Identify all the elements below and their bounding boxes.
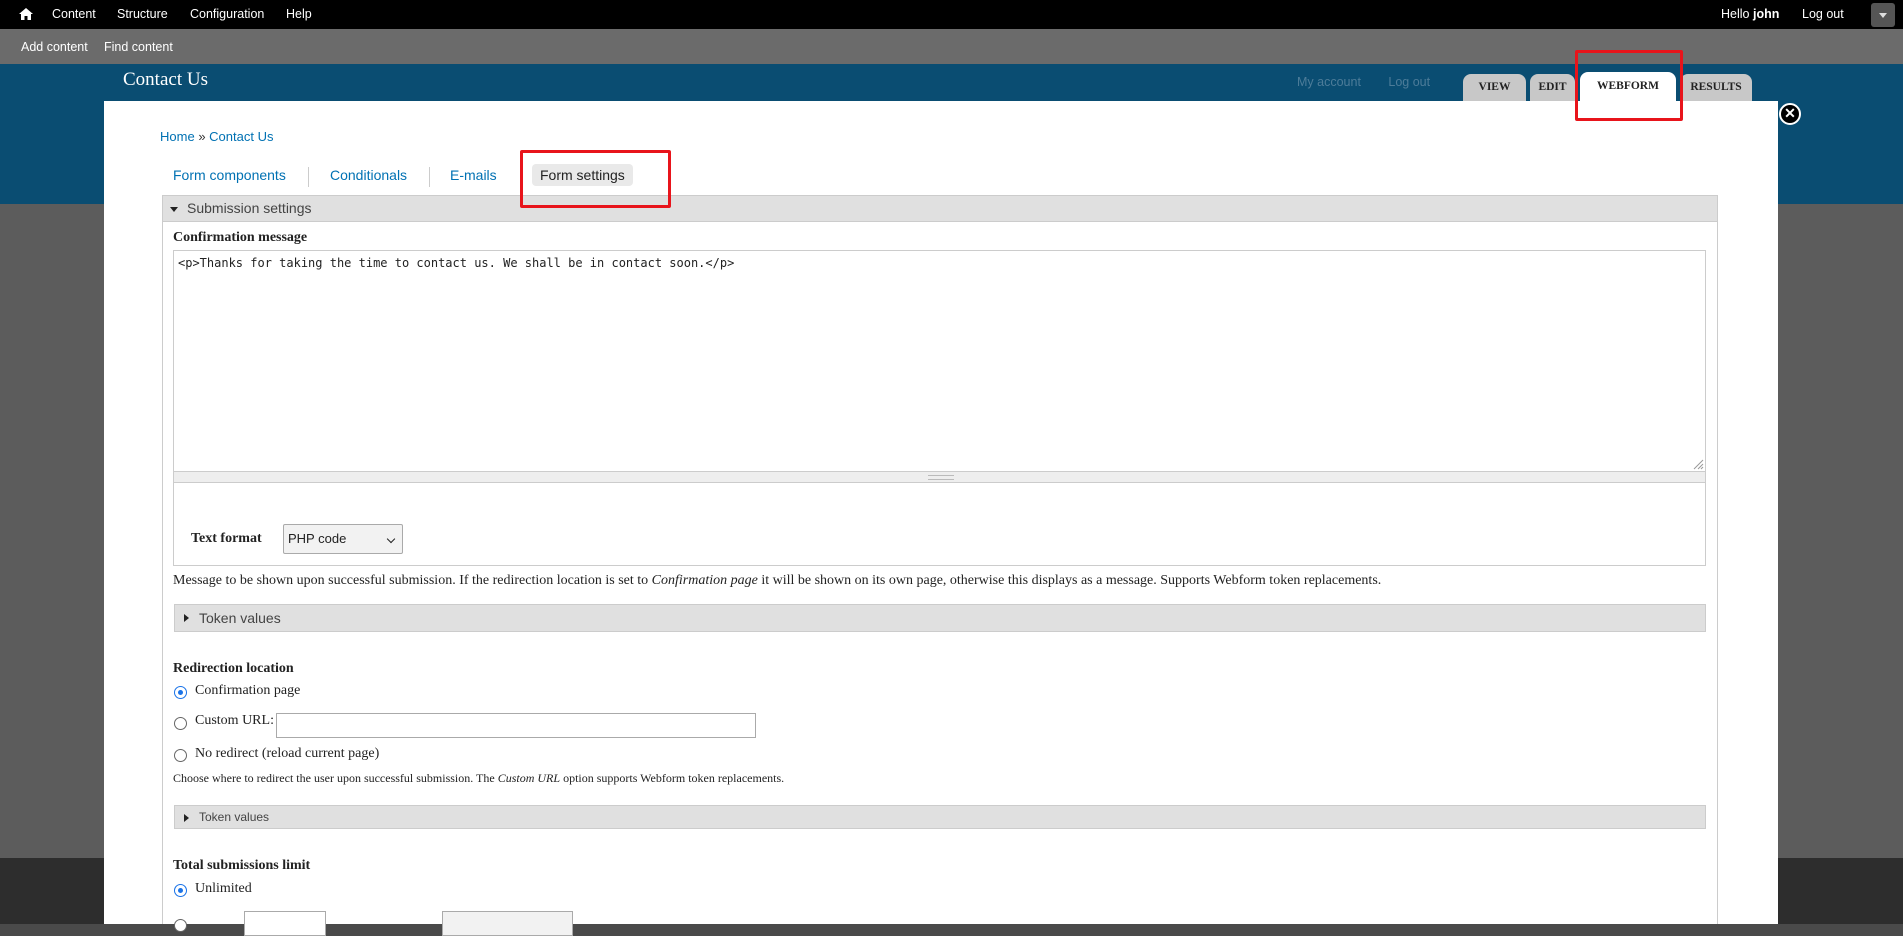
radio-no-redirect-label[interactable]: No redirect (reload current page) [195, 746, 379, 762]
highlight-form-settings-tab [520, 150, 671, 208]
shortcut-add-content[interactable]: Add content [21, 40, 88, 54]
confirmation-description: Message to be shown upon successful subm… [173, 573, 1381, 589]
greeting-text: Hello [1721, 7, 1750, 21]
header-logout-link[interactable]: Log out [1388, 75, 1430, 89]
site-title[interactable]: Contact Us [123, 69, 208, 91]
text-format-select[interactable]: PHP code [283, 524, 403, 554]
redirection-location-label: Redirection location [173, 661, 294, 676]
submission-settings-legend[interactable]: Submission settings [162, 195, 1718, 222]
text-format-wrapper [173, 483, 1706, 566]
fieldset-border-left [162, 222, 163, 924]
header-links: My account Log out [1297, 75, 1454, 89]
collapse-caret-icon [170, 207, 178, 212]
tab-form-components[interactable]: Form components [173, 167, 286, 183]
overlay-content: Home » Contact Us Form components Condit… [104, 101, 1778, 936]
toolbar-menu-structure[interactable]: Structure [117, 7, 168, 21]
toolbar-menu-configuration[interactable]: Configuration [190, 7, 264, 21]
radio-unlimited[interactable] [174, 884, 187, 897]
redirection-desc-em: Custom URL [497, 771, 561, 785]
breadcrumb-separator: » [198, 129, 206, 144]
breadcrumb: Home » Contact Us [160, 129, 273, 144]
redirection-desc-text-after: option supports Webform token replacemen… [560, 771, 785, 785]
redirection-token-values-legend[interactable]: Token values [174, 805, 1706, 829]
radio-custom-url[interactable] [174, 717, 187, 730]
redirection-description: Choose where to redirect the user upon s… [173, 771, 784, 786]
resize-handle-icon[interactable] [1692, 458, 1704, 470]
breadcrumb-current[interactable]: Contact Us [209, 129, 273, 144]
tab-view[interactable]: VIEW [1463, 74, 1526, 101]
tab-results[interactable]: RESULTS [1680, 74, 1752, 101]
username[interactable]: john [1753, 7, 1779, 21]
tab-emails[interactable]: E-mails [450, 167, 497, 183]
tab-divider [429, 167, 430, 187]
toolbar-logout[interactable]: Log out [1802, 7, 1844, 21]
radio-custom-url-label[interactable]: Custom URL: [195, 713, 274, 729]
token-values-title: Token values [199, 610, 281, 626]
radio-limit[interactable] [174, 919, 187, 932]
redirection-token-values-title: Token values [199, 810, 270, 824]
tab-edit[interactable]: EDIT [1530, 74, 1575, 101]
toolbar-menu-help[interactable]: Help [286, 7, 312, 21]
tab-conditionals[interactable]: Conditionals [330, 167, 407, 183]
confirmation-desc-text-after: it will be shown on its own page, otherw… [757, 573, 1382, 588]
radio-confirmation-page[interactable] [174, 686, 187, 699]
textarea-grippie[interactable] [173, 472, 1706, 483]
toolbar-menu-content[interactable]: Content [52, 7, 96, 21]
radio-no-redirect[interactable] [174, 749, 187, 762]
custom-url-input[interactable] [276, 713, 756, 738]
highlight-webform-tab [1575, 50, 1683, 121]
confirmation-message-textarea[interactable]: <p>Thanks for taking the time to contact… [173, 250, 1706, 472]
radio-unlimited-label[interactable]: Unlimited [195, 881, 252, 897]
breadcrumb-home[interactable]: Home [160, 129, 195, 144]
expand-caret-icon [184, 614, 189, 622]
home-icon[interactable] [18, 6, 34, 22]
confirmation-desc-text: Message to be shown upon successful subm… [173, 573, 652, 588]
admin-toolbar: Content Structure Configuration Help Hel… [0, 0, 1903, 29]
shortcuts-toggle-button[interactable] [1871, 3, 1895, 27]
confirmation-desc-em: Confirmation page [651, 573, 758, 588]
tab-divider [308, 167, 309, 187]
toolbar-greeting: Hello john [1721, 7, 1779, 21]
shortcut-find-content[interactable]: Find content [104, 40, 173, 54]
token-values-legend[interactable]: Token values [174, 604, 1706, 632]
total-submissions-limit-label: Total submissions limit [173, 858, 311, 873]
submission-settings-title: Submission settings [187, 200, 312, 216]
text-format-label: Text format [191, 531, 262, 546]
expand-caret-icon [184, 814, 189, 822]
radio-confirmation-page-label[interactable]: Confirmation page [195, 683, 300, 699]
my-account-link[interactable]: My account [1297, 75, 1361, 89]
overlay-close-icon[interactable]: ✕ [1779, 103, 1801, 125]
redirection-desc-text: Choose where to redirect the user upon s… [173, 771, 498, 785]
fieldset-border-right [1717, 222, 1718, 924]
confirmation-message-label: Confirmation message [173, 230, 308, 245]
